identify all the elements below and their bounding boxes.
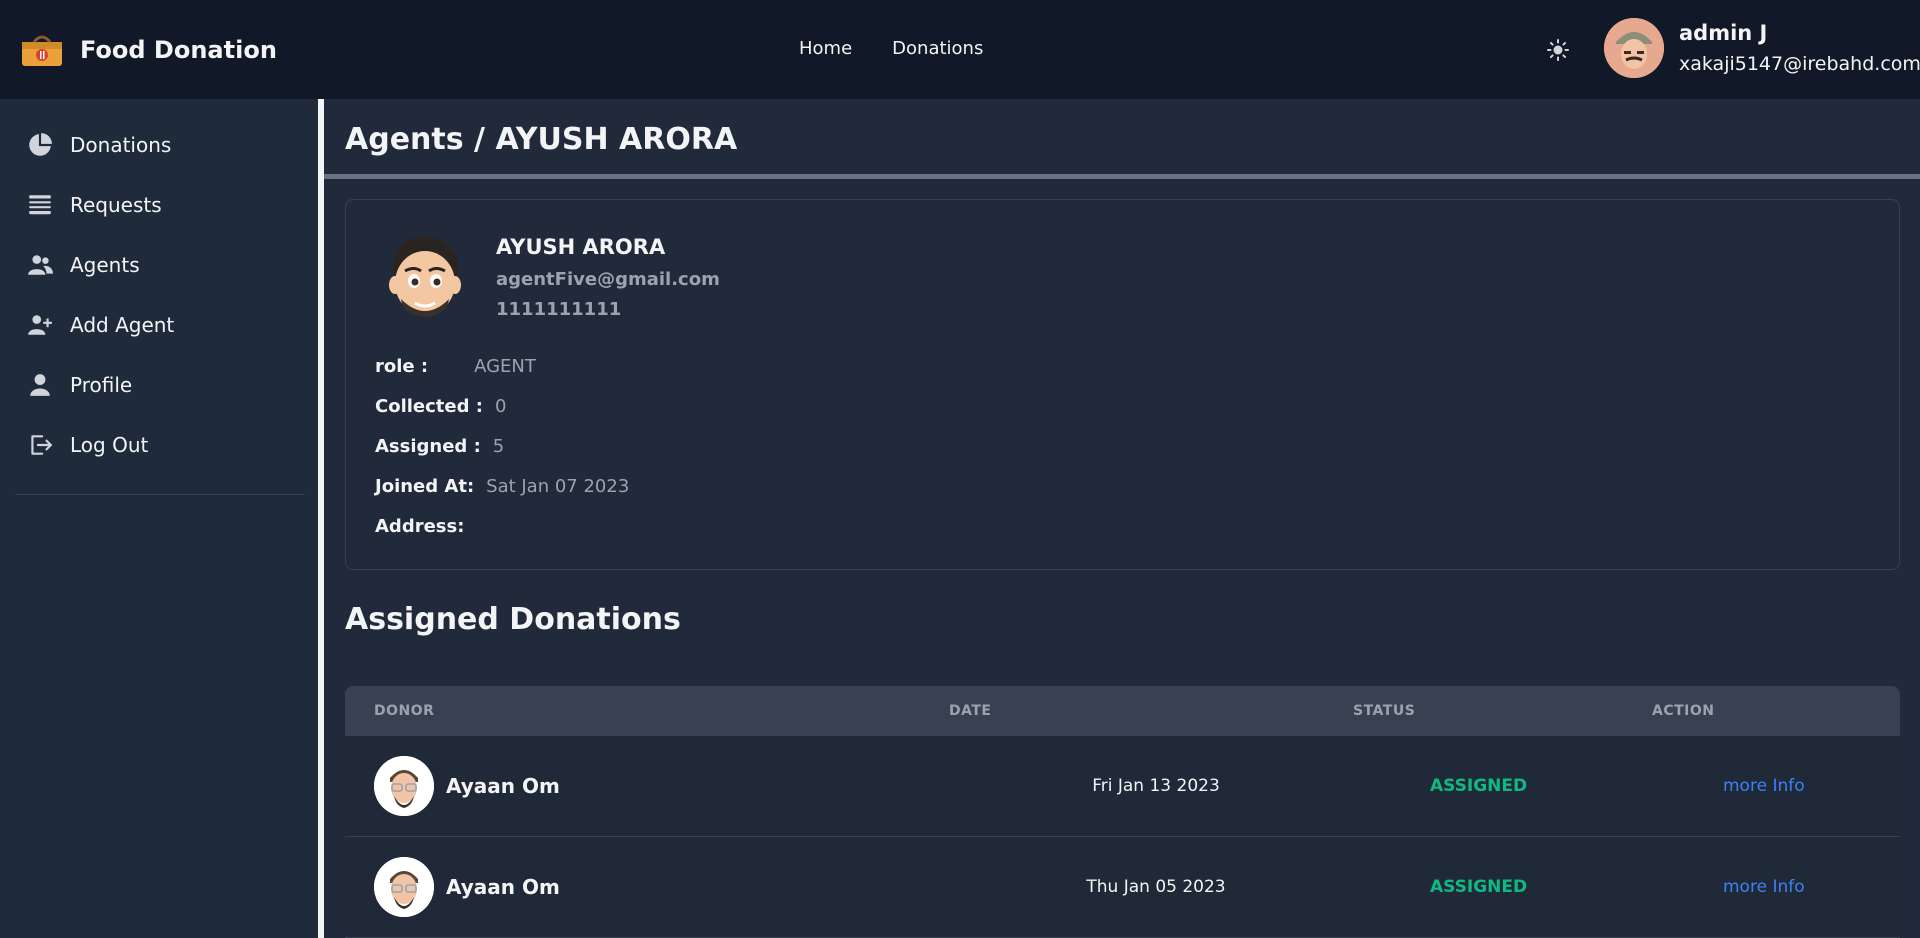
sidebar-item-label: Profile [70,373,133,397]
section-title: Assigned Donations [345,602,681,637]
status-badge: ASSIGNED [1430,877,1528,897]
top-navbar: Food Donation Home Donations admin J xak… [0,0,1920,99]
logout-icon [26,431,54,459]
field-label: role : [375,356,429,377]
agent-name: AYUSH ARORA [496,235,666,259]
user-name: admin J [1679,21,1768,45]
column-header-status: STATUS [1353,703,1416,719]
table-row: Ayaan Om Thu Jan 05 2023 ASSIGNED more I… [345,837,1900,938]
field-label: Joined At: [375,476,475,497]
donor-name: Ayaan Om [446,875,560,899]
table-row: Ayaan Om Fri Jan 13 2023 ASSIGNED more I… [345,736,1900,837]
nav-home-link[interactable]: Home [799,38,852,59]
field-role: role : AGENT [375,356,536,377]
user-icon [26,371,54,399]
sidebar-item-label: Donations [70,133,172,157]
agent-phone: 1111111111 [496,299,622,320]
donor-avatar [374,857,434,917]
list-icon [26,191,54,219]
sidebar-item-donations[interactable]: Donations [26,131,171,159]
donation-date: Fri Jan 13 2023 [1092,776,1220,796]
field-address: Address: [375,516,476,537]
pie-chart-icon [26,131,54,159]
column-header-date: DATE [949,703,992,719]
column-header-action: ACTION [1652,703,1715,719]
more-info-link[interactable]: more Info [1723,877,1805,897]
donor-name: Ayaan Om [446,774,560,798]
sidebar-item-label: Log Out [70,433,149,457]
sidebar-item-label: Add Agent [70,313,175,337]
nav-donations-link[interactable]: Donations [892,38,983,59]
user-plus-icon [26,311,54,339]
agent-avatar [389,236,461,317]
field-value: AGENT [474,356,536,377]
donation-date: Thu Jan 05 2023 [1086,877,1226,897]
sun-icon[interactable] [1546,38,1570,62]
user-info: admin J xakaji5147@irebahd.com [1679,21,1920,75]
field-collected: Collected : 0 [375,396,506,417]
user-avatar[interactable] [1604,18,1664,78]
agent-profile-card: AYUSH ARORA agentFive@gmail.com 11111111… [345,199,1900,570]
title-divider [324,174,1920,179]
field-joined-at: Joined At: Sat Jan 07 2023 [375,476,629,497]
food-box-logo-icon [22,35,62,66]
users-icon [26,251,54,279]
brand[interactable]: Food Donation [20,32,277,68]
assigned-donations-table: DONOR DATE STATUS ACTION Ayaan Om Fri Ja… [345,686,1900,938]
field-label: Address: [375,516,465,537]
field-assigned: Assigned : 5 [375,436,504,457]
field-value: Sat Jan 07 2023 [486,476,630,497]
page-title: Agents / AYUSH ARORA [345,122,738,157]
status-badge: ASSIGNED [1430,776,1528,796]
table-header: DONOR DATE STATUS ACTION [345,686,1900,736]
more-info-link[interactable]: more Info [1723,776,1805,796]
sidebar-divider [15,494,305,495]
sidebar-item-label: Requests [70,193,162,217]
sidebar-item-add-agent[interactable]: Add Agent [26,311,174,339]
field-value: 5 [492,436,505,457]
sidebar-item-requests[interactable]: Requests [26,191,162,219]
sidebar [0,99,318,938]
sidebar-item-profile[interactable]: Profile [26,371,132,399]
sidebar-item-logout[interactable]: Log Out [26,431,148,459]
sidebar-item-agents[interactable]: Agents [26,251,140,279]
user-email: xakaji5147@irebahd.com [1679,53,1920,75]
donor-avatar [374,756,434,816]
field-label: Assigned : [375,436,481,457]
top-nav: Home Donations [799,38,983,59]
field-label: Collected : [375,396,483,417]
sidebar-item-label: Agents [70,253,140,277]
brand-name: Food Donation [80,36,277,64]
column-header-donor: DONOR [374,703,435,719]
field-value: 0 [494,396,507,417]
main-content: Agents / AYUSH ARORA AYUSH ARORA agentFi… [324,99,1920,938]
agent-email: agentFive@gmail.com [496,269,720,290]
user-avatar-image [1604,18,1664,78]
